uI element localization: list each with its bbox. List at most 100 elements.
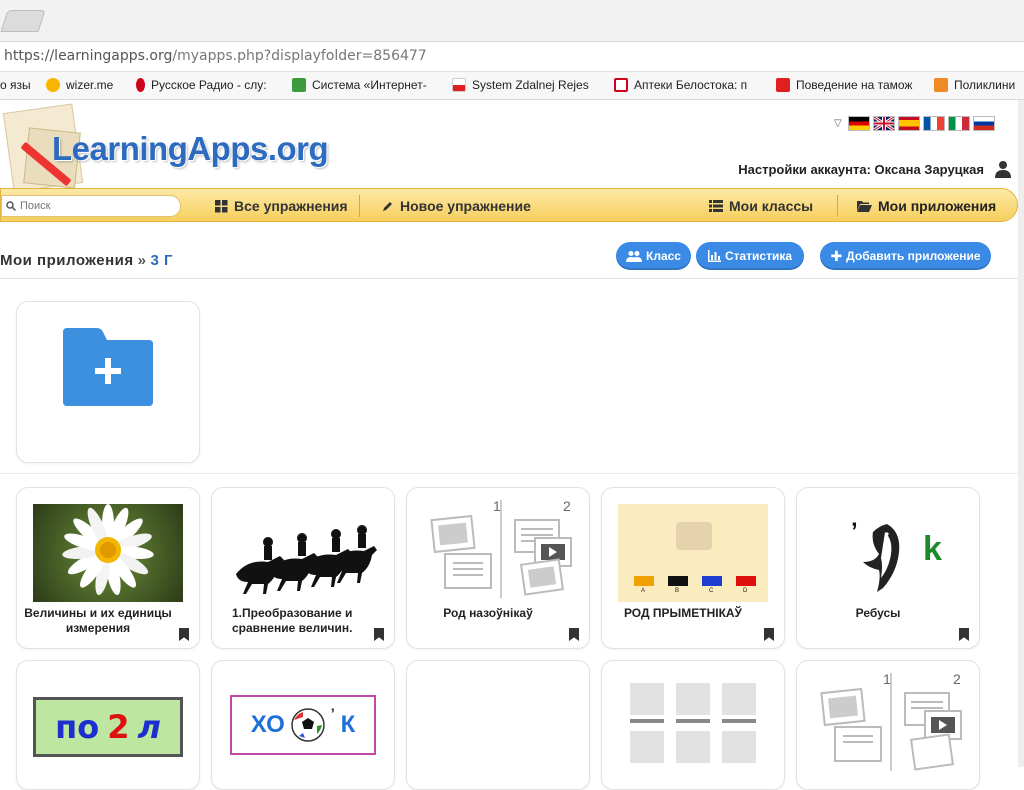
nav-my-apps[interactable]: Мои приложения [847,189,1006,223]
plus-icon: ✚ [830,248,843,264]
bookmark-label: Аптеки Белостока: п [634,78,748,92]
url-host: https://learningapps.org [4,48,173,64]
es-flag-icon[interactable] [897,116,920,131]
nav-label: Мои приложения [878,198,997,214]
bookmark-icon[interactable] [959,628,969,641]
bookmark-item[interactable]: Аптеки Белостока: п [614,78,762,92]
app-card[interactable]: A B C D РОД ПРЫМЕТНІКАЎ [601,487,785,649]
app-title: Ребусы [855,606,901,620]
app-title: РОД ПРЫМЕТНІКАЎ [623,606,743,620]
bookmark-item[interactable]: System Zdalnej Rejes [452,78,602,92]
class-button[interactable]: Класс [616,242,691,270]
button-label: Добавить приложение [846,249,981,263]
bookmark-icon[interactable] [569,628,579,641]
bookmark-item[interactable]: wizer.me [46,78,136,92]
statistics-button[interactable]: Статистика [696,242,804,270]
app-card[interactable]: Величины и их единицы измерения [16,487,200,649]
breadcrumb-root[interactable]: Мои приложения [0,252,134,269]
divider [0,278,1018,279]
users-icon [626,251,643,262]
app-thumbnail: ’ k [813,504,963,602]
language-selector[interactable]: ▽ [834,116,995,131]
horse-race-image [236,525,377,594]
app-card[interactable]: 1 2 Род назоўнікаў [406,487,590,649]
scrollbar[interactable] [1018,100,1024,767]
address-bar[interactable]: https://learningapps.org/myapps.php?disp… [0,42,1024,72]
browser-tab[interactable] [0,10,46,32]
it-flag-icon[interactable] [947,116,970,131]
search-box[interactable] [1,195,181,217]
de-flag-icon[interactable] [847,116,870,131]
radio-icon [136,78,145,92]
bookmark-item[interactable]: Поведение на тамож [776,78,926,92]
nav-label: Новое упражнение [400,198,531,214]
bookmark-label: Русское Радио - слу: [151,78,267,92]
bookmark-label: Система «Интернет- [312,78,427,92]
daisy-image [62,504,154,596]
nav-new-exercise[interactable]: Новое упражнение [371,189,541,223]
new-folder-card[interactable] [16,301,200,463]
bookmark-icon[interactable] [179,628,189,641]
add-app-button[interactable]: ✚ Добавить приложение [820,242,991,270]
bulb-icon [46,78,60,92]
nav-all-exercises[interactable]: Все упражнения [205,189,358,223]
grid-template-image [630,683,756,763]
breadcrumb: Мои приложения» 3 Г [0,252,173,269]
app-card[interactable]: 1.Преобразование и сравнение величин. [211,487,395,649]
nav-label: Все упражнения [234,198,348,214]
tag-letter: C [709,588,714,594]
url-text[interactable]: https://learningapps.org/myapps.php?disp… [4,48,427,64]
app-card[interactable]: ’ k Ребусы [796,487,980,649]
app-card[interactable]: по 2 л [16,660,200,790]
search-input[interactable] [20,200,170,212]
app-card[interactable] [601,660,785,790]
url-path: /myapps.php?displayfolder=856477 [172,48,427,64]
list-icon [709,200,723,212]
gb-flag-icon[interactable] [872,116,895,131]
pharmacy-icon [614,78,628,92]
app-thumbnail: ХО ’ К [230,695,376,755]
nav-label: Мои классы [729,198,814,214]
card-placeholder-shape [676,522,712,550]
nav-separator [837,195,838,217]
bookmark-icon[interactable] [374,628,384,641]
app-title: Род назоўнікаў [443,606,533,620]
nav-my-classes[interactable]: Мои классы [699,189,823,223]
column-number: 2 [953,671,961,687]
bookmark-label: Поведение на тамож [796,78,913,92]
shark-image [863,524,900,592]
site-logo[interactable]: LearningApps.org [0,100,360,193]
bookmark-item[interactable]: о язы [0,78,40,92]
rebus-text: ’ [330,705,335,721]
rebus-letter: k [923,530,942,568]
account-settings-link[interactable]: Настройки аккаунта: Оксана Заруцкая [738,162,984,177]
app-title: 1.Преобразование и сравнение величин. [232,606,353,635]
app-thumbnail: 1 2 [423,498,577,602]
divider [0,473,1018,474]
fr-flag-icon[interactable] [922,116,945,131]
bookmark-item[interactable]: Поликлини [934,78,1024,92]
search-icon [6,201,16,211]
folder-plus-icon [63,328,153,406]
nav-separator [359,195,360,217]
button-label: Класс [646,249,681,263]
column-number: 2 [563,498,571,514]
ru-flag-icon[interactable] [972,116,995,131]
bookmark-icon[interactable] [764,628,774,641]
color-tag-c [702,576,722,586]
caret-down-icon[interactable]: ▽ [834,118,842,129]
color-tag-a [634,576,654,586]
app-card[interactable]: ХО ’ К [211,660,395,790]
column-number: 1 [493,498,501,514]
browser-tab-strip [0,0,1024,42]
bookmark-item[interactable]: Русское Радио - слу: [136,78,284,92]
app-card[interactable]: 1 2 [796,660,980,790]
bookmark-item[interactable]: Система «Интернет- [292,78,438,92]
column-number: 1 [883,671,891,687]
app-thumbnail: по 2 л [33,697,183,757]
app-card[interactable] [406,660,590,790]
folder-open-icon [857,201,872,212]
bookmark-label: System Zdalnej Rejes [472,78,589,92]
poland-flag-icon [452,78,466,92]
user-icon[interactable] [994,160,1012,178]
